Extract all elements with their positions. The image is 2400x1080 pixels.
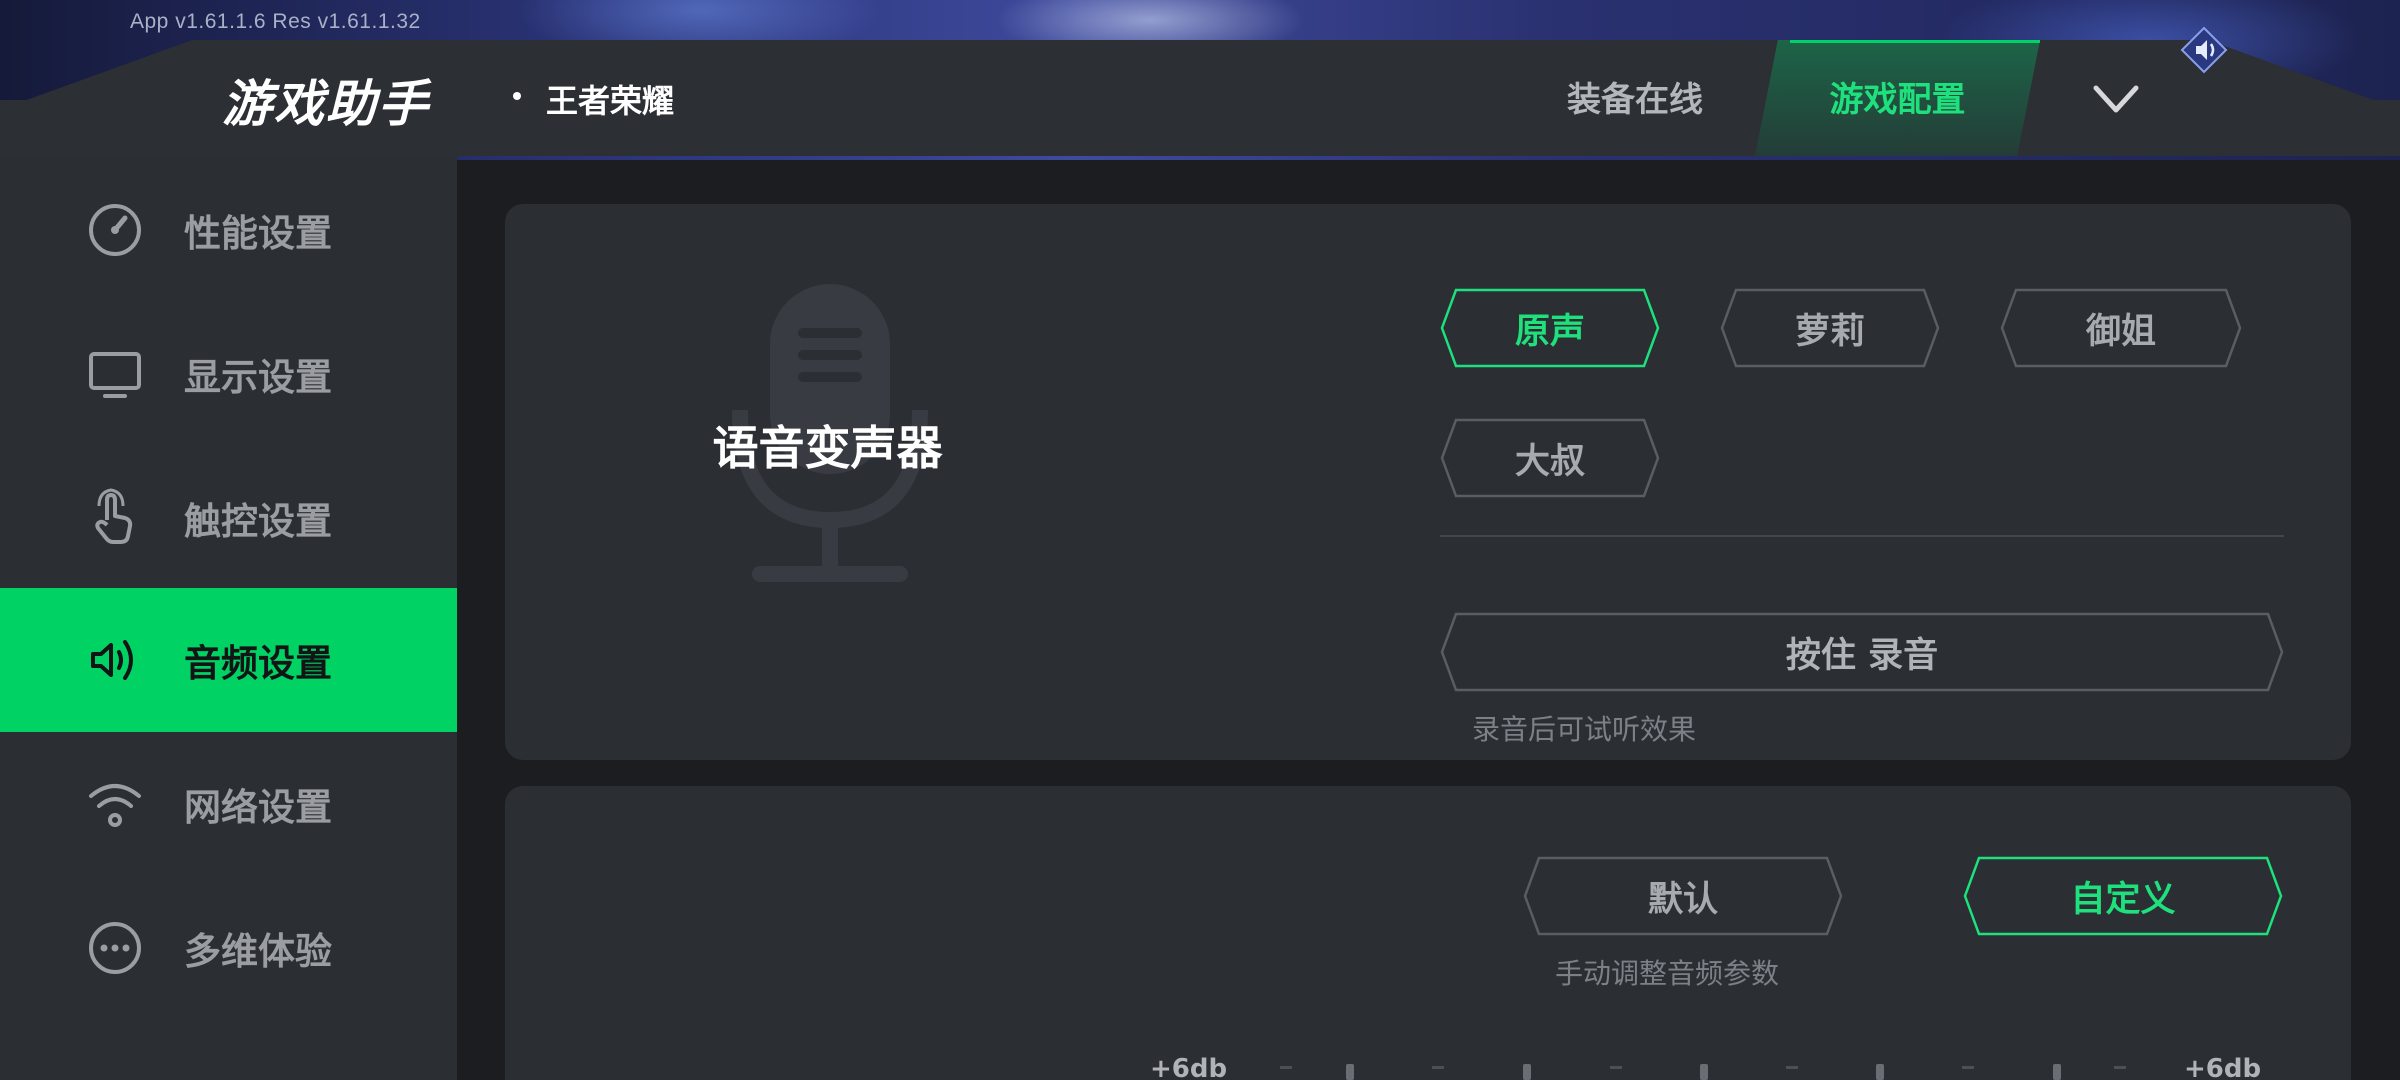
eq-tick <box>1432 1066 1444 1069</box>
sidebar-item-touch[interactable]: 触控设置 <box>0 446 457 590</box>
eq-right-db-label: +6db <box>2184 1054 2262 1080</box>
voice-option-label: 大叔 <box>1514 441 1585 482</box>
monitor-icon <box>85 344 145 404</box>
sidebar-item-more[interactable]: 多维体验 <box>0 876 457 1020</box>
chevron-down-icon[interactable] <box>2092 80 2140 120</box>
eq-mode-default[interactable]: 默认 <box>1523 856 1843 936</box>
eq-band-slider[interactable] <box>1700 1064 1708 1080</box>
eq-band-slider[interactable] <box>2053 1064 2061 1080</box>
app-root: App v1.61.1.6 Res v1.61.1.32 游戏助手 王者荣耀 装… <box>0 0 2400 1080</box>
eq-mode-custom[interactable]: 自定义 <box>1963 856 2283 936</box>
wifi-icon <box>85 774 145 834</box>
eq-tick <box>2114 1066 2126 1069</box>
sidebar-item-display[interactable]: 显示设置 <box>0 302 457 446</box>
voice-changer-title: 语音变声器 <box>712 421 943 475</box>
voice-option-lady[interactable]: 御姐 <box>2000 288 2242 368</box>
sidebar-item-label: 多维体验 <box>184 930 332 973</box>
sidebar-item-label: 性能设置 <box>184 212 332 255</box>
eq-mode-label: 默认 <box>1647 879 1718 920</box>
touch-hand-icon <box>85 488 145 548</box>
eq-band-slider[interactable] <box>1346 1064 1354 1080</box>
sidebar: 性能设置 显示设置 触控设置 音频设置 网络设置 多维体验 <box>0 156 457 1080</box>
title-separator <box>513 92 521 100</box>
voice-option-label: 御姐 <box>2085 311 2156 352</box>
volume-badge-icon <box>2180 26 2228 74</box>
voice-option-uncle[interactable]: 大叔 <box>1440 418 1660 498</box>
record-hint: 录音后可试听效果 <box>1472 713 1697 746</box>
version-label: App v1.61.1.6 Res v1.61.1.32 <box>130 10 421 33</box>
sidebar-item-network[interactable]: 网络设置 <box>0 732 457 876</box>
eq-tick <box>1610 1066 1622 1069</box>
voice-option-original[interactable]: 原声 <box>1440 288 1660 368</box>
eq-mode-label: 自定义 <box>2070 879 2176 920</box>
voice-option-label: 萝莉 <box>1794 311 1865 352</box>
speaker-icon <box>85 630 145 690</box>
tab-equipment-online[interactable]: 装备在线 <box>1540 72 1730 128</box>
sidebar-item-label: 触控设置 <box>184 500 332 543</box>
eq-band-slider[interactable] <box>1523 1064 1531 1080</box>
eq-hint: 手动调整音频参数 <box>1555 957 1780 990</box>
voice-option-label: 原声 <box>1514 311 1585 352</box>
voice-option-loli[interactable]: 萝莉 <box>1720 288 1940 368</box>
app-logo: 游戏助手 <box>222 75 430 133</box>
tab-active-indicator <box>1790 40 2040 43</box>
eq-band-slider[interactable] <box>1876 1064 1884 1080</box>
sidebar-item-performance[interactable]: 性能设置 <box>0 158 457 302</box>
tab-game-config-label[interactable]: 游戏配置 <box>1755 72 2040 128</box>
more-dots-icon <box>85 918 145 978</box>
hold-to-record-button[interactable]: 按住 录音 <box>1440 612 2284 692</box>
eq-tick <box>1786 1066 1798 1069</box>
record-button-label: 按住 录音 <box>1785 635 1939 676</box>
sidebar-item-label: 网络设置 <box>184 786 332 829</box>
sidebar-item-label: 音频设置 <box>184 642 332 685</box>
sidebar-item-audio[interactable]: 音频设置 <box>0 588 457 732</box>
eq-tick <box>1962 1066 1974 1069</box>
sidebar-item-label: 显示设置 <box>184 356 332 399</box>
voice-divider <box>1440 535 2284 537</box>
game-name: 王者荣耀 <box>546 82 675 120</box>
eq-tick <box>1280 1066 1292 1069</box>
gauge-icon <box>85 200 145 260</box>
eq-left-db-label: +6db <box>1150 1054 1228 1080</box>
